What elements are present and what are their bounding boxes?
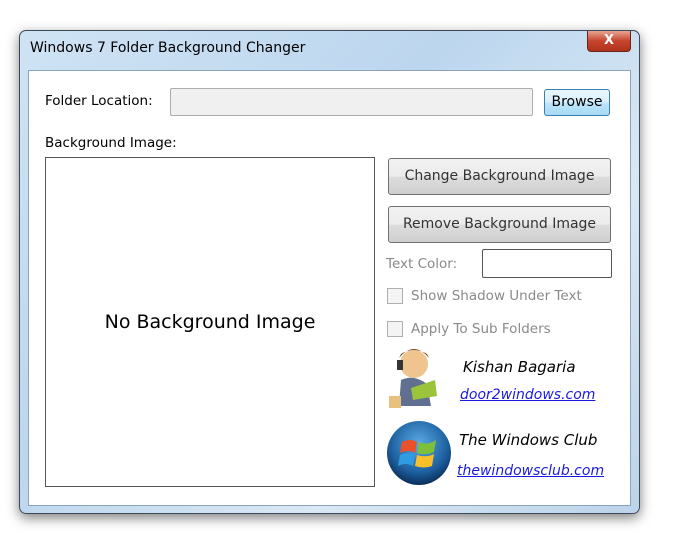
subfolders-checkbox[interactable] bbox=[387, 321, 403, 337]
author-avatar-icon bbox=[389, 349, 437, 408]
change-background-button[interactable]: Change Background Image bbox=[388, 158, 611, 195]
background-preview: No Background Image bbox=[45, 157, 375, 487]
browse-button[interactable]: Browse bbox=[544, 89, 610, 116]
shadow-label: Show Shadow Under Text bbox=[411, 288, 582, 304]
shadow-checkbox[interactable] bbox=[387, 288, 403, 304]
author-name: Kishan Bagaria bbox=[463, 358, 576, 376]
text-color-field[interactable] bbox=[482, 249, 612, 278]
folder-location-input[interactable] bbox=[170, 88, 533, 116]
remove-background-button[interactable]: Remove Background Image bbox=[388, 206, 611, 243]
no-image-text: No Background Image bbox=[104, 311, 316, 333]
windows-logo-icon bbox=[387, 421, 451, 485]
folder-location-label: Folder Location: bbox=[45, 93, 153, 109]
app-window: Windows 7 Folder Background Changer X Fo… bbox=[19, 30, 640, 514]
thewindowsclub-link[interactable]: thewindowsclub.com bbox=[457, 463, 604, 479]
text-color-label: Text Color: bbox=[386, 256, 458, 272]
door2windows-link[interactable]: door2windows.com bbox=[460, 387, 595, 403]
window-title: Windows 7 Folder Background Changer bbox=[30, 40, 306, 56]
subfolders-label: Apply To Sub Folders bbox=[411, 321, 551, 337]
client-area: Folder Location: Browse Background Image… bbox=[28, 70, 631, 506]
club-name: The Windows Club bbox=[459, 431, 598, 449]
background-image-label: Background Image: bbox=[45, 135, 177, 151]
close-button[interactable]: X bbox=[587, 31, 631, 52]
